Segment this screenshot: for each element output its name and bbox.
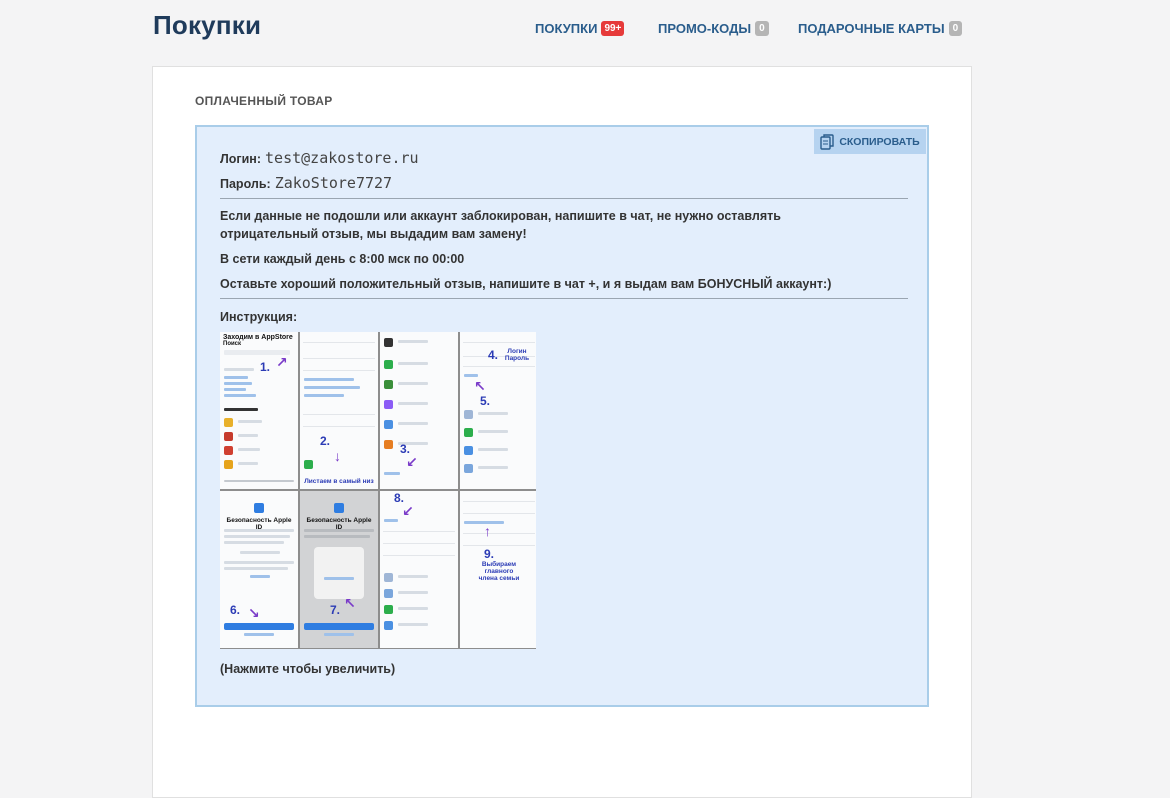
login-row: Логин: test@zakostore.ru bbox=[220, 149, 419, 167]
copy-button-label: СКОПИРОВАТЬ bbox=[839, 135, 920, 148]
nav-purchases-label: ПОКУПКИ bbox=[535, 21, 598, 36]
step-1-title: Заходим в AppStore bbox=[223, 334, 293, 341]
instruction-image[interactable]: Заходим в AppStore Поиск 1. ↗ 2. ↓ Листа… bbox=[220, 332, 536, 649]
nav-gift-cards-label: ПОДАРОЧНЫЕ КАРТЫ bbox=[798, 21, 945, 36]
step-4-caption: Логин Пароль bbox=[504, 348, 530, 362]
login-label: Логин: bbox=[220, 152, 262, 166]
instruction-step-8-screenshot: 8. ↙ bbox=[380, 491, 458, 648]
review-note: Оставьте хороший положительный отзыв, на… bbox=[220, 277, 832, 291]
copy-icon bbox=[820, 133, 835, 150]
gift-cards-count-badge: 0 bbox=[948, 21, 963, 36]
nav-purchases[interactable]: ПОКУПКИ 99+ bbox=[535, 21, 625, 36]
password-value[interactable]: ZakoStore7727 bbox=[275, 174, 392, 192]
instruction-step-6-screenshot: Безопасность Apple ID 6. ↘ bbox=[220, 491, 298, 648]
step-6-number: 6. bbox=[230, 603, 241, 617]
replacement-notice: Если данные не подошли или аккаунт забло… bbox=[220, 209, 781, 241]
password-label: Пароль: bbox=[220, 177, 271, 191]
step-5-number: 5. bbox=[480, 394, 491, 408]
step-2-caption: Листаем в самый низ bbox=[304, 478, 374, 485]
step-9-number: 9. bbox=[484, 547, 495, 561]
copy-button[interactable]: СКОПИРОВАТЬ bbox=[814, 129, 926, 154]
divider-top bbox=[220, 198, 908, 199]
step-7-number: 7. bbox=[330, 603, 341, 617]
instruction-step-2-screenshot: 2. ↓ Листаем в самый низ bbox=[300, 332, 378, 489]
online-hours: В сети каждый день с 8:00 мск по 00:00 bbox=[220, 252, 465, 266]
paid-item-box: СКОПИРОВАТЬ Логин: test@zakostore.ru Паро… bbox=[195, 125, 929, 707]
promo-codes-count-badge: 0 bbox=[755, 21, 769, 36]
instruction-step-3-screenshot: 3. ↙ bbox=[380, 332, 458, 489]
step-1-subtitle: Поиск bbox=[223, 341, 242, 347]
login-value[interactable]: test@zakostore.ru bbox=[265, 149, 419, 167]
step-2-number: 2. bbox=[320, 434, 331, 448]
divider-bottom bbox=[220, 298, 908, 299]
section-title: ОПЛАЧЕННЫЙ ТОВАР bbox=[195, 94, 333, 108]
nav-promo-codes-label: ПРОМО-КОДЫ bbox=[658, 21, 752, 36]
instruction-step-4-screenshot: 4. Логин Пароль ↖ 5. bbox=[460, 332, 536, 489]
nav-promo-codes[interactable]: ПРОМО-КОДЫ 0 bbox=[658, 21, 769, 36]
instruction-step-1-screenshot: Заходим в AppStore Поиск 1. ↗ bbox=[220, 332, 298, 489]
instruction-step-9-screenshot: ↑ 9. Выбираем главного члена семьи bbox=[460, 491, 536, 648]
instruction-caption: (Нажмите чтобы увеличить) bbox=[220, 662, 396, 676]
password-row: Пароль: ZakoStore7727 bbox=[220, 174, 392, 192]
step-1-number: 1. bbox=[260, 360, 271, 374]
step-9-caption: Выбираем главного члена семьи bbox=[478, 561, 520, 582]
instruction-step-7-screenshot: Безопасность Apple ID 7. ↖ bbox=[300, 491, 378, 648]
nav-gift-cards[interactable]: ПОДАРОЧНЫЕ КАРТЫ 0 bbox=[798, 21, 963, 36]
page-title: Покупки bbox=[153, 10, 262, 40]
step-4-number: 4. bbox=[488, 348, 499, 362]
purchase-panel: ОПЛАЧЕННЫЙ ТОВАР СКОПИРОВАТЬ Логин: test@… bbox=[152, 66, 972, 798]
purchases-count-badge: 99+ bbox=[601, 21, 625, 36]
instruction-label: Инструкция: bbox=[220, 310, 298, 324]
